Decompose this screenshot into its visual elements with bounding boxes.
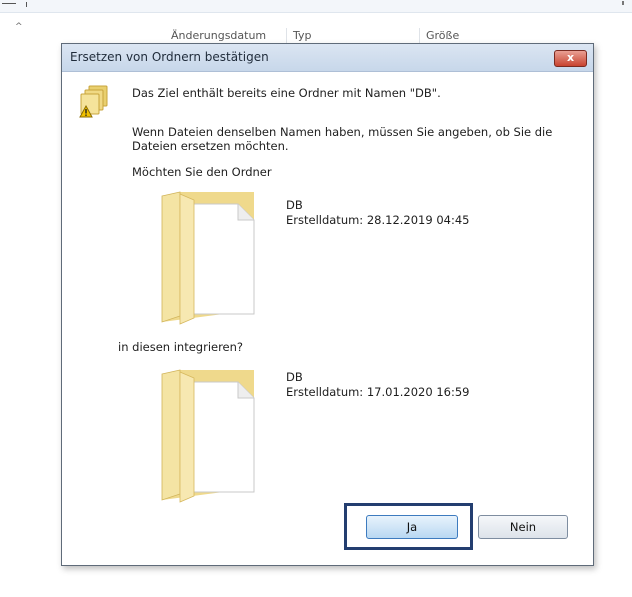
conflict-message: Das Ziel enthält bereits eine Ordner mit… bbox=[132, 86, 441, 100]
divider-mark bbox=[26, 2, 27, 7]
target-folder-created: Erstelldatum: 17.01.2020 16:59 bbox=[286, 385, 470, 399]
dialog-title-bar[interactable]: Ersetzen von Ordnern bestätigen x bbox=[62, 44, 593, 72]
question-text: Möchten Sie den Ordner bbox=[132, 165, 272, 179]
sort-arrow-icon[interactable]: ^ bbox=[15, 22, 23, 32]
column-header-size[interactable]: Größe bbox=[419, 28, 459, 44]
divider-mark bbox=[622, 1, 624, 5]
explorer-top-bar bbox=[0, 0, 632, 13]
dialog-title: Ersetzen von Ordnern bestätigen bbox=[70, 50, 269, 64]
yes-button-highlight bbox=[344, 503, 473, 550]
integrate-text: in diesen integrieren? bbox=[118, 340, 244, 354]
close-icon: x bbox=[566, 51, 575, 64]
target-folder-name: DB bbox=[286, 370, 303, 384]
source-folder-created: Erstelldatum: 28.12.2019 04:45 bbox=[286, 213, 470, 227]
warning-folder-icon bbox=[79, 85, 108, 118]
column-header-type[interactable]: Typ bbox=[286, 28, 312, 44]
target-folder-icon[interactable] bbox=[154, 368, 260, 506]
source-folder-name: DB bbox=[286, 198, 303, 212]
column-header-modified[interactable]: Änderungsdatum bbox=[165, 28, 266, 44]
source-folder-icon[interactable] bbox=[154, 190, 260, 328]
close-button[interactable]: x bbox=[554, 50, 587, 67]
divider bbox=[2, 3, 16, 4]
confirm-folder-replace-dialog: Ersetzen von Ordnern bestätigen x Das Zi… bbox=[61, 43, 594, 566]
explorer-column-header: Änderungsdatum Typ Größe bbox=[165, 28, 505, 44]
dialog-content: Das Ziel enthält bereits eine Ordner mit… bbox=[62, 72, 593, 565]
no-button[interactable]: Nein bbox=[478, 515, 568, 539]
info-text-line2: Dateien ersetzen möchten. bbox=[132, 139, 289, 153]
info-text-line1: Wenn Dateien denselben Namen haben, müss… bbox=[132, 125, 553, 139]
